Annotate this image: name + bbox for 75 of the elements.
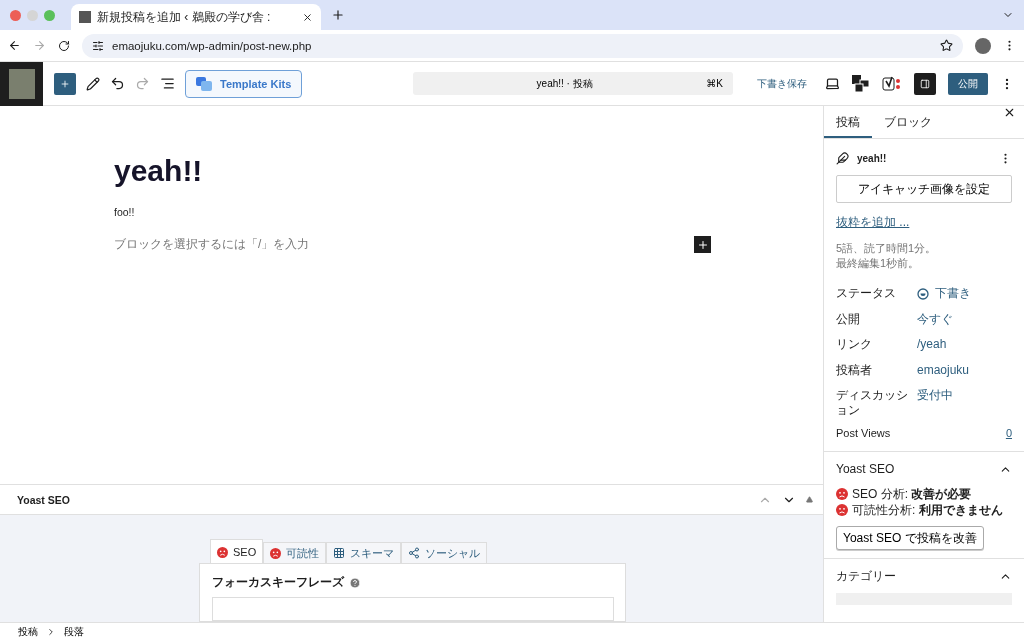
- paragraph-text[interactable]: foo!!: [114, 206, 709, 218]
- seo-tab[interactable]: SEO: [210, 539, 264, 564]
- shortcut-label: ⌘K: [706, 78, 723, 89]
- profile-avatar[interactable]: [975, 37, 991, 54]
- panel-title: カテゴリー: [836, 567, 896, 585]
- reload-icon[interactable]: [58, 39, 70, 52]
- site-logo[interactable]: [0, 61, 43, 106]
- help-icon[interactable]: [349, 576, 361, 589]
- post-stats-text: 5語、読了時間1分。: [836, 241, 938, 256]
- field-value-link[interactable]: 今すぐ: [917, 311, 953, 327]
- add-excerpt-link[interactable]: 抜粋を追加 ...: [836, 214, 1012, 231]
- block-placeholder[interactable]: ブロックを選択するには「/」を入力: [114, 236, 310, 253]
- collapse-icon[interactable]: [806, 496, 813, 504]
- featured-image-button[interactable]: アイキャッチ画像を設定: [836, 175, 1012, 203]
- improve-post-button[interactable]: Yoast SEO で投稿を改善: [836, 526, 984, 550]
- template-kits-button[interactable]: Template Kits: [185, 69, 303, 98]
- field-label: ステータス: [836, 286, 897, 301]
- close-tab-icon[interactable]: [302, 11, 313, 23]
- pencil-icon[interactable]: [86, 76, 100, 91]
- preview-laptop-icon[interactable]: [825, 76, 840, 91]
- list-view-icon[interactable]: [160, 76, 175, 91]
- feather-icon: [836, 151, 849, 165]
- post-title[interactable]: yeah!!: [114, 154, 709, 188]
- plus-icon: [696, 238, 709, 251]
- field-label: Post Views: [836, 427, 891, 439]
- breadcrumb-link[interactable]: 段落: [64, 624, 84, 639]
- focus-keyphrase-field[interactable]: [212, 597, 614, 621]
- analysis-result: SEO 分析: 改善が必要: [852, 485, 972, 503]
- metabox-title: Yoast SEO: [17, 493, 71, 506]
- add-block-button[interactable]: [694, 236, 711, 253]
- stacked-squares-icon: [196, 76, 212, 91]
- post-stats-text: 最終編集1秒前。: [836, 256, 921, 271]
- field-value-link[interactable]: emaojuku: [917, 362, 970, 378]
- panel-title: Yoast SEO: [836, 462, 895, 476]
- publish-button[interactable]: 公開: [948, 72, 988, 95]
- close-window-button[interactable]: [10, 9, 21, 21]
- back-icon[interactable]: [8, 39, 21, 52]
- field-label: 投稿者: [836, 362, 873, 378]
- field-value-link[interactable]: /yeah: [917, 337, 947, 352]
- field-label: フォーカスキーフレーズ: [212, 574, 344, 591]
- save-draft-button[interactable]: 下書き保存: [751, 75, 813, 92]
- field-label: 公開: [836, 311, 861, 327]
- grid-icon: [333, 547, 346, 559]
- photo-placeholder: [8, 68, 35, 99]
- post-views-link[interactable]: 0: [1005, 427, 1012, 439]
- favicon: [79, 11, 91, 23]
- sad-face-icon: [836, 488, 848, 500]
- field-label: リンク: [836, 337, 873, 352]
- post-name: yeah!!: [857, 152, 888, 164]
- new-tab-icon[interactable]: [331, 8, 345, 22]
- bookmark-star-icon[interactable]: [940, 39, 953, 52]
- analysis-result: 可読性分析: 利用できません: [852, 501, 1003, 519]
- command-bar[interactable]: yeah!! · 投稿 ⌘K: [413, 72, 733, 95]
- sidebar-tab[interactable]: 投稿: [824, 106, 872, 138]
- field-label: ディスカッション: [836, 388, 909, 418]
- sidebar-tab[interactable]: ブロック: [872, 106, 944, 138]
- address-bar[interactable]: emaojuku.com/wp-admin/post-new.php: [82, 33, 963, 58]
- seo-tab[interactable]: 可読性: [263, 542, 327, 564]
- seo-tab[interactable]: ソーシャル: [401, 542, 488, 564]
- field-value-link[interactable]: 下書き: [917, 286, 971, 301]
- sad-face-icon: [217, 546, 228, 558]
- blocks-icon[interactable]: [852, 74, 870, 93]
- seo-tab[interactable]: スキーマ: [326, 542, 402, 564]
- field-value-link[interactable]: 受付中: [917, 388, 953, 403]
- breadcrumb-link[interactable]: 投稿: [18, 624, 38, 639]
- site-settings-icon[interactable]: [92, 39, 104, 52]
- settings-sidebar-button[interactable]: [914, 72, 936, 95]
- chevron-right-icon: [46, 626, 56, 637]
- add-block-button[interactable]: [54, 72, 76, 95]
- draft-status-icon: [917, 287, 929, 300]
- browser-tab[interactable]: 新規投稿を追加 ‹ 鵜殿の学び舎 :: [71, 4, 321, 30]
- sad-face-icon: [270, 547, 282, 559]
- undo-icon[interactable]: [110, 76, 125, 91]
- share-icon: [408, 547, 421, 559]
- sad-face-icon: [836, 504, 848, 516]
